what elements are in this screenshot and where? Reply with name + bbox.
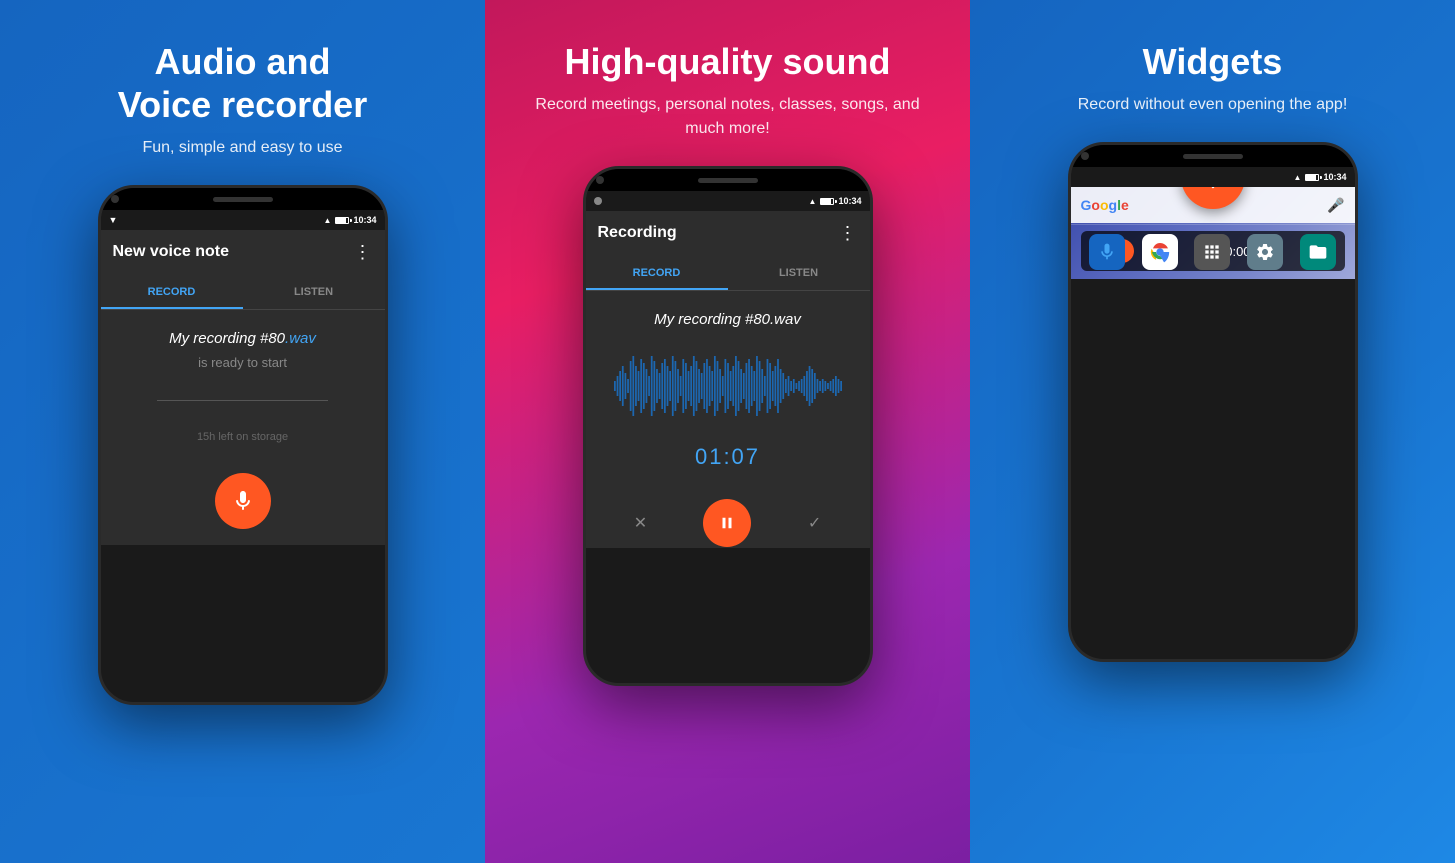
record-btn-container-1 [101, 463, 385, 545]
cancel-button-2[interactable]: ✕ [634, 513, 647, 533]
big-mic-icon [1198, 187, 1228, 192]
waveform-container [606, 346, 850, 426]
panel-2: High-quality sound Record meetings, pers… [485, 0, 970, 863]
wifi-icon-1: ▲ [324, 216, 332, 225]
panel-3: Widgets Record without even opening the … [970, 0, 1455, 863]
tabs-row-2: RECORD LISTEN [586, 255, 870, 291]
overflow-menu-1[interactable]: ⋮ [354, 242, 373, 263]
bottom-controls-2: ✕ ✓ [586, 498, 870, 548]
wifi-icon-2: ▲ [809, 197, 817, 206]
status-time-3: 10:34 [1323, 172, 1346, 182]
battery-icon-3 [1305, 174, 1319, 181]
confirm-button-2[interactable]: ✓ [808, 513, 821, 533]
recording-name-2: My recording #80.wav [654, 311, 801, 328]
app-title-2: Recording [598, 224, 677, 242]
chrome-svg [1149, 241, 1171, 263]
panel-2-subtitle: Record meetings, personal notes, classes… [515, 93, 940, 141]
phone-3: ▲ 10:34 Google 🎤 ✕ ✓ 00:00 🎤 [1068, 142, 1358, 662]
app-screen-1: New voice note ⋮ RECORD LISTEN My record… [101, 230, 385, 545]
dock-files-icon[interactable] [1300, 234, 1336, 270]
panel-1-subtitle: Fun, simple and easy to use [142, 136, 342, 160]
phone-camera-3 [1081, 152, 1089, 160]
battery-icon-2 [820, 198, 834, 205]
app-header-2: Recording ⋮ [586, 211, 870, 255]
phone-speaker-1 [213, 197, 273, 202]
phone-top-bar-3 [1071, 145, 1355, 167]
battery-icon-1 [335, 217, 349, 224]
phone-top-bar-2 [586, 169, 870, 191]
status-bar-2: ▲ 10:34 [586, 191, 870, 211]
app-screen-2: Recording ⋮ RECORD LISTEN My recording #… [586, 211, 870, 548]
overflow-menu-2[interactable]: ⋮ [839, 223, 858, 244]
dock-mic-icon[interactable] [1089, 234, 1125, 270]
pause-icon [718, 514, 736, 532]
panel-3-title: Widgets [1143, 40, 1283, 83]
tabs-row-1: RECORD LISTEN [101, 274, 385, 310]
tab-record-1[interactable]: RECORD [101, 274, 243, 309]
tab-listen-1[interactable]: LISTEN [243, 274, 385, 309]
status-bar-3: ▲ 10:34 [1071, 167, 1355, 187]
dock-settings-icon[interactable] [1247, 234, 1283, 270]
timer-text-2: 01:07 [695, 444, 760, 470]
phone-2: ▲ 10:34 Recording ⋮ RECORD LISTEN My rec… [583, 166, 873, 686]
google-mic-icon[interactable]: 🎤 [1327, 197, 1344, 214]
recording-content-1: My recording #80.wav is ready to start 1… [101, 310, 385, 463]
app-header-1: New voice note ⋮ [101, 230, 385, 274]
phone-speaker-3 [1183, 154, 1243, 159]
status-time-2: 10:34 [838, 196, 861, 206]
dock-chrome-icon[interactable] [1142, 234, 1178, 270]
recording-sub-1: is ready to start [198, 355, 287, 370]
panel-1-title: Audio and Voice recorder [118, 40, 367, 126]
app-title-1: New voice note [113, 243, 229, 261]
dock-mic-svg [1097, 242, 1117, 262]
status-bar-1: ▼ ▲ 10:34 [101, 210, 385, 230]
recording-content-2: My recording #80.wav [586, 291, 870, 498]
recording-name-1: My recording #80.wav [169, 330, 316, 347]
dock-apps-icon[interactable] [1194, 234, 1230, 270]
mic-icon-1 [231, 489, 255, 513]
apps-svg [1202, 242, 1222, 262]
storage-info-1: 15h left on storage [197, 431, 288, 443]
waveform-svg [614, 351, 842, 421]
phone-top-bar-1 [101, 188, 385, 210]
status-time-1: 10:34 [353, 215, 376, 225]
home-screen: Google 🎤 ✕ ✓ 00:00 🎤 [1071, 187, 1355, 279]
tab-record-2[interactable]: RECORD [586, 255, 728, 290]
panel-3-subtitle: Record without even opening the app! [1078, 93, 1348, 117]
google-logo: Google [1081, 197, 1129, 213]
settings-svg [1255, 242, 1275, 262]
files-svg [1308, 242, 1328, 262]
phone-1: ▼ ▲ 10:34 New voice note ⋮ RECORD LISTEN… [98, 185, 388, 705]
panel-1: Audio and Voice recorder Fun, simple and… [0, 0, 485, 863]
phone-camera-2 [596, 176, 604, 184]
panel-2-title: High-quality sound [565, 40, 891, 83]
record-button-1[interactable] [215, 473, 271, 529]
wifi-icon-3: ▲ [1294, 173, 1302, 182]
dock-bar [1071, 224, 1355, 279]
phone-speaker-2 [698, 178, 758, 183]
phone-camera-1 [111, 195, 119, 203]
tab-listen-2[interactable]: LISTEN [728, 255, 870, 290]
pause-button-2[interactable] [703, 499, 751, 547]
